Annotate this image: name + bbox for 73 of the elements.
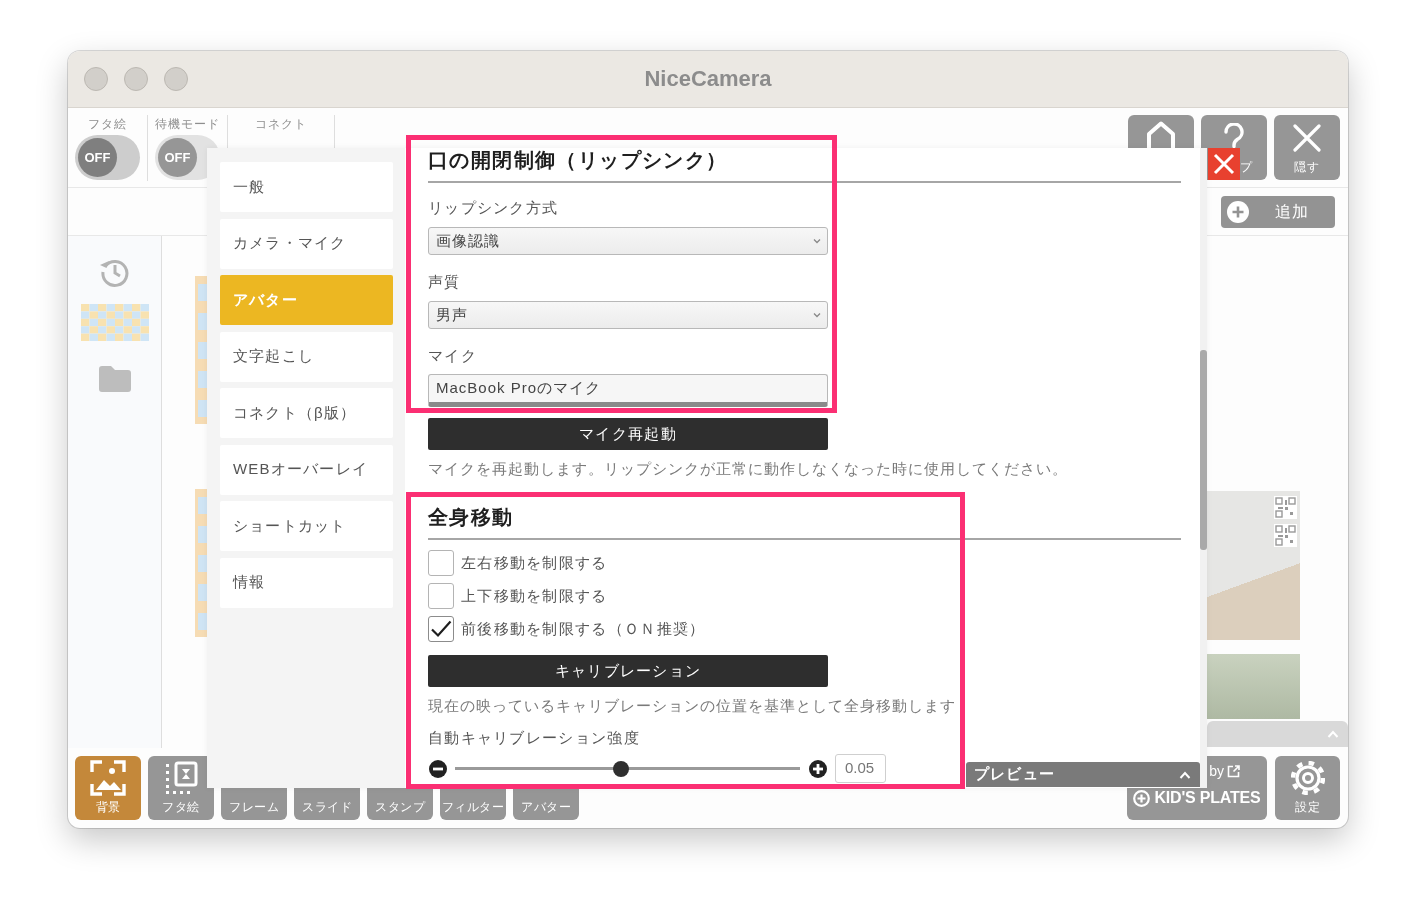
close-icon (1293, 123, 1321, 152)
toolbar-tab[interactable]: フィルター (440, 788, 506, 820)
group-label: コネクト (255, 116, 307, 132)
field-label: 声質 (428, 273, 462, 291)
window-close-button[interactable] (84, 67, 108, 91)
photo-placeholder[interactable] (1207, 491, 1300, 640)
preview-bar[interactable]: プレビュー (966, 762, 1200, 787)
qr-code-icon (1274, 524, 1297, 547)
toolbar-tab[interactable]: フタ絵 (148, 756, 214, 820)
toolbar-tab[interactable]: スライド (294, 788, 360, 820)
close-button[interactable] (1208, 148, 1240, 180)
scrollbar-thumb[interactable] (1200, 350, 1207, 550)
nav-item[interactable]: 一般 (220, 162, 393, 212)
settings-icon (1290, 760, 1325, 795)
dotted-frame-icon (163, 759, 199, 796)
plus-icon[interactable] (809, 759, 827, 778)
photo-placeholder[interactable] (1207, 654, 1300, 719)
nav-item[interactable]: ショートカット (220, 501, 393, 551)
chevron-down-icon (813, 312, 821, 318)
nav-item[interactable]: カメラ・マイク (220, 218, 393, 269)
minus-icon[interactable] (429, 759, 447, 778)
section-heading: 口の開閉制御（リップシンク） (428, 148, 728, 172)
window-title: NiceCamera (643, 65, 773, 93)
checkbox[interactable] (428, 583, 454, 609)
field-label: マイク (428, 347, 478, 365)
toolbar-tab[interactable]: フレーム (221, 788, 287, 820)
checkbox[interactable] (428, 550, 454, 576)
text-field[interactable]: MacBook Proのマイク (428, 374, 828, 407)
pattern-thumbnail[interactable] (80, 304, 149, 341)
settings-button[interactable]: 設定 (1275, 756, 1340, 820)
plus-circle-icon (1227, 200, 1249, 223)
external-link-icon (1227, 764, 1240, 778)
qr-code-icon (1274, 496, 1297, 519)
caret-up-icon (1327, 730, 1339, 738)
check-icon (430, 619, 452, 639)
close-icon (1213, 153, 1235, 175)
nav-item[interactable]: WEBオーバーレイ (220, 444, 393, 495)
dropdown[interactable]: 画像認識 (428, 227, 828, 255)
checkbox[interactable] (428, 616, 454, 642)
window-minimize-button[interactable] (124, 67, 148, 91)
thumbnail-strip[interactable] (195, 276, 207, 424)
toolbar-tab[interactable]: アバター (513, 788, 579, 820)
collapse-bar[interactable] (1207, 721, 1348, 747)
section-heading: 全身移動 (428, 505, 514, 529)
help-text: マイクを再起動します。リップシンクが正常に動作しなくなった時に使用してください。 (428, 460, 1068, 478)
thumbnail-strip[interactable] (195, 489, 207, 637)
toggle-label: 待機モード (155, 116, 220, 132)
slider-thumb[interactable] (612, 760, 629, 777)
toggle-switch[interactable]: OFF (75, 135, 140, 180)
action-button[interactable]: マイク再起動 (428, 418, 828, 450)
field-label: 自動キャリブレーション強度 (428, 729, 641, 747)
nav-item[interactable]: 情報 (220, 557, 393, 608)
folder-icon[interactable] (97, 365, 132, 393)
nav-item[interactable]: 文字起こし (220, 331, 393, 382)
window-zoom-button[interactable] (164, 67, 188, 91)
add-button[interactable]: 追加 (1221, 195, 1335, 228)
checkbox-label: 前後移動を制限する（ＯＮ推奨） (461, 618, 706, 639)
toolbar-tab[interactable]: スタンプ (367, 788, 433, 820)
help-text: 現在の映っているキャリブレーションの位置を基準として全身移動します (428, 697, 956, 715)
checkbox-label: 左右移動を制限する (461, 552, 608, 573)
field-label: リップシンク方式 (428, 199, 560, 217)
toolbar-tab[interactable]: 背景 (75, 756, 141, 820)
dropdown[interactable]: 男声 (428, 301, 828, 329)
action-button[interactable]: キャリブレーション (428, 655, 828, 687)
number-field[interactable]: 0.05 (835, 754, 886, 783)
caret-up-icon (1179, 770, 1191, 779)
toggle-label: フタ絵 (88, 116, 127, 132)
image-icon (90, 759, 126, 796)
hide-button[interactable]: 隠す (1274, 115, 1340, 180)
plus-circle-icon (1133, 789, 1151, 807)
nav-item[interactable]: コネクト（β版） (220, 388, 393, 438)
chevron-down-icon (813, 238, 821, 244)
checkbox-label: 上下移動を制限する (461, 585, 608, 606)
